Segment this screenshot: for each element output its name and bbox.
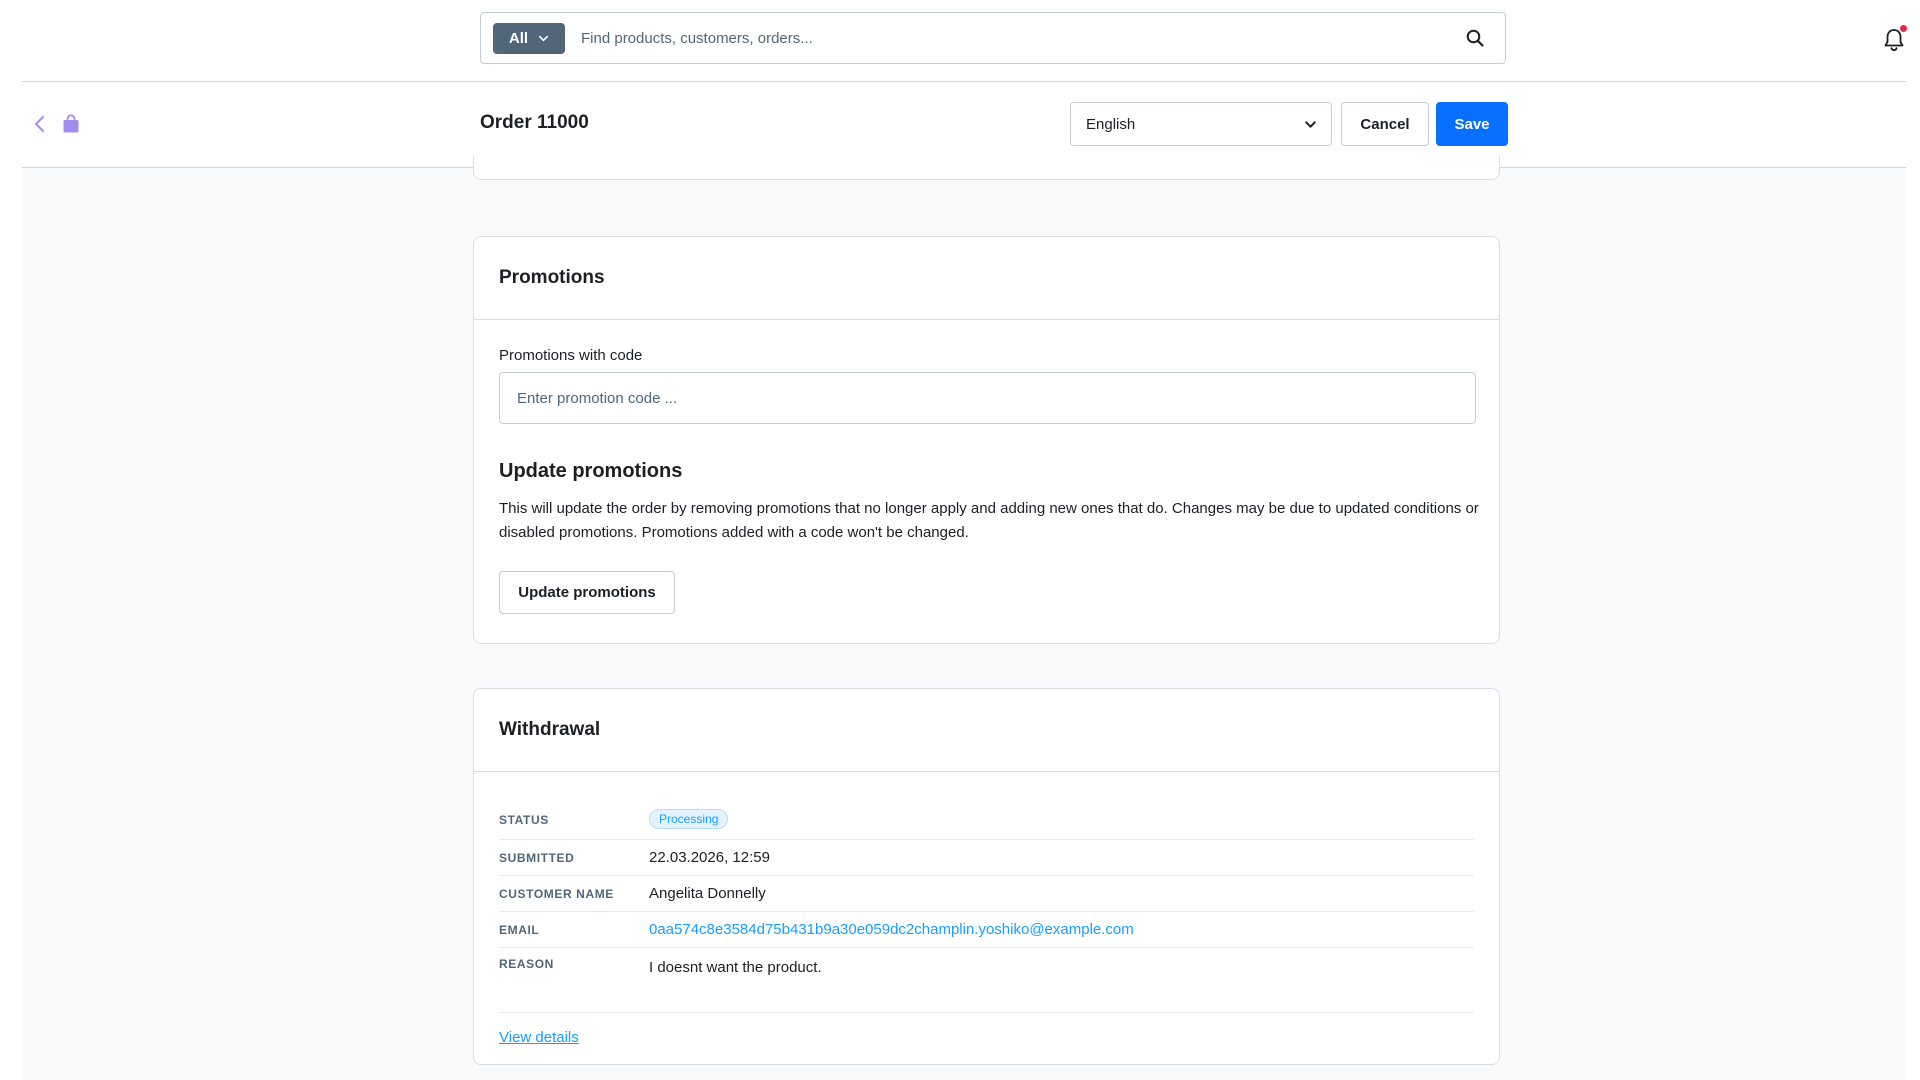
withdrawal-details: STATUS Processing SUBMITTED 22.03.2026, … bbox=[474, 800, 1499, 986]
detail-key: STATUS bbox=[499, 812, 549, 827]
detail-value: Angelita Donnelly bbox=[649, 885, 766, 902]
cancel-button[interactable]: Cancel bbox=[1341, 102, 1429, 146]
global-search: All bbox=[480, 12, 1506, 64]
search-type-label: All bbox=[508, 29, 529, 47]
withdrawal-card: Withdrawal STATUS Processing SUBMITTED 2… bbox=[473, 688, 1500, 1065]
promotions-card-body: Promotions with code Update promotions T… bbox=[474, 320, 1499, 614]
status-badge: Processing bbox=[649, 809, 729, 829]
chevron-left-icon[interactable] bbox=[32, 114, 48, 134]
save-button[interactable]: Save bbox=[1436, 102, 1508, 146]
update-promotions-button[interactable]: Update promotions bbox=[499, 571, 675, 614]
search-input[interactable] bbox=[565, 13, 1465, 63]
promotions-card-title: Promotions bbox=[474, 237, 1499, 320]
detail-row-submitted: SUBMITTED 22.03.2026, 12:59 bbox=[499, 840, 1474, 876]
detail-row-reason: REASON I doesnt want the product. bbox=[499, 948, 1474, 986]
update-promotions-title: Update promotions bbox=[499, 460, 683, 482]
previous-card bbox=[473, 156, 1500, 180]
email-link[interactable]: 0aa574c8e3584d75b431b9a30e059dc2champlin… bbox=[649, 921, 1134, 938]
update-promotions-description: This will update the order by removing p… bbox=[499, 500, 1479, 541]
language-select-value: English bbox=[1086, 115, 1136, 133]
detail-row-email: EMAIL 0aa574c8e3584d75b431b9a30e059dc2ch… bbox=[499, 912, 1474, 948]
promotion-code-label: Promotions with code bbox=[499, 347, 643, 364]
page-title: Order 11000 bbox=[480, 112, 589, 133]
detail-key: SUBMITTED bbox=[499, 850, 575, 865]
chevron-down-icon bbox=[1305, 120, 1316, 128]
language-select[interactable]: English bbox=[1070, 102, 1332, 146]
detail-key: REASON bbox=[499, 957, 554, 971]
search-icon[interactable] bbox=[1465, 28, 1485, 48]
chevron-down-icon bbox=[539, 35, 549, 41]
top-bar: All bbox=[22, 0, 1907, 82]
search-type-dropdown[interactable]: All bbox=[493, 22, 565, 54]
detail-row-status: STATUS Processing bbox=[499, 800, 1474, 840]
shopping-bag-icon bbox=[63, 114, 79, 133]
promotion-code-input[interactable] bbox=[499, 372, 1476, 424]
promotions-card: Promotions Promotions with code Update p… bbox=[473, 236, 1500, 644]
detail-key: CUSTOMER NAME bbox=[499, 886, 614, 901]
notification-dot bbox=[1900, 25, 1907, 32]
notifications-button[interactable] bbox=[1882, 25, 1907, 53]
detail-value: 22.03.2026, 12:59 bbox=[649, 849, 770, 866]
detail-value: I doesnt want the product. bbox=[649, 959, 822, 976]
detail-value: 0aa574c8e3584d75b431b9a30e059dc2champlin… bbox=[649, 921, 1134, 938]
detail-value: Processing bbox=[649, 809, 729, 829]
detail-row-customer-name: CUSTOMER NAME Angelita Donnelly bbox=[499, 876, 1474, 912]
content-area[interactable]: Promotions Promotions with code Update p… bbox=[22, 156, 1906, 1080]
withdrawal-card-title: Withdrawal bbox=[474, 689, 1499, 772]
view-details-link[interactable]: View details bbox=[499, 1029, 579, 1046]
detail-key: EMAIL bbox=[499, 922, 540, 937]
divider bbox=[499, 1012, 1474, 1013]
